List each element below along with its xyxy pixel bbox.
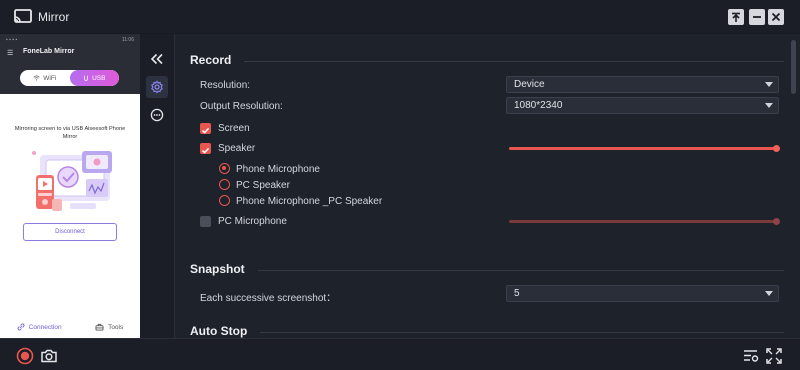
hamburger-menu-icon[interactable]: ☰ (7, 49, 13, 57)
radio-phone-mic-pc-speaker[interactable] (219, 195, 230, 206)
nav-connection[interactable]: Connection (17, 323, 62, 331)
auto-stop-section-title: Auto Stop (190, 324, 248, 338)
mirroring-status-text: Mirroring screen to via USB Aiseesoft Ph… (14, 126, 126, 140)
phone-app-title: FoneLab Mirror (23, 48, 75, 55)
close-icon[interactable] (768, 9, 784, 25)
list-settings-icon[interactable] (742, 347, 760, 365)
pc-microphone-checkbox[interactable] (200, 216, 211, 227)
status-icons: ▪ ▪ ▪ ▪ (6, 37, 18, 43)
disconnect-button[interactable]: Disconnect (23, 223, 117, 241)
app-window: Mirror ▪ ▪ ▪ ▪ 11:06 ☰ FoneLab Mirror Wi… (0, 0, 800, 370)
record-icon[interactable] (16, 347, 34, 365)
minimize-icon[interactable] (749, 9, 765, 25)
speaker-label: Speaker (218, 143, 256, 154)
chevron-down-icon (765, 291, 773, 296)
link-icon (17, 323, 25, 331)
more-icon[interactable] (146, 104, 168, 126)
auto-stop-divider (260, 332, 784, 333)
record-divider (244, 61, 784, 62)
connection-toggle[interactable]: WiFi USB (20, 70, 119, 86)
snapshot-section-title: Snapshot (190, 262, 245, 276)
speaker-volume-thumb[interactable] (773, 145, 780, 152)
record-section-title: Record (190, 53, 232, 67)
phone-header: ▪ ▪ ▪ ▪ 11:06 ☰ FoneLab Mirror WiFi USB (0, 34, 140, 94)
settings-gear-icon[interactable] (146, 76, 168, 98)
side-rail (140, 34, 175, 338)
mirroring-illustration (32, 151, 112, 211)
radio-phone-microphone[interactable] (219, 163, 230, 174)
pc-microphone-volume-slider[interactable] (509, 220, 775, 223)
usb-icon (84, 75, 88, 81)
toggle-wifi[interactable]: WiFi (20, 70, 70, 86)
speaker-volume-slider[interactable] (509, 147, 775, 150)
settings-scrollbar[interactable] (791, 40, 796, 94)
camera-icon[interactable] (40, 347, 58, 365)
snapshot-divider (258, 270, 784, 271)
chevron-down-icon (765, 82, 773, 87)
bottom-toolbar (0, 338, 800, 370)
resolution-select[interactable]: Device (506, 76, 779, 93)
check-icon (201, 127, 210, 134)
nav-tools[interactable]: Tools (95, 323, 123, 331)
output-resolution-label: Output Resolution: (200, 101, 283, 112)
check-icon (201, 147, 210, 154)
option-phone-microphone: Phone Microphone (236, 164, 320, 175)
settings-panel: Record Resolution: Device Output Resolut… (176, 34, 788, 338)
pc-microphone-label: PC Microphone (218, 216, 287, 227)
pc-microphone-volume-thumb[interactable] (773, 218, 780, 225)
radio-pc-speaker[interactable] (219, 179, 230, 190)
phone-status-bar: ▪ ▪ ▪ ▪ 11:06 (6, 37, 134, 43)
chevron-down-icon (765, 103, 773, 108)
fullscreen-icon[interactable] (765, 347, 783, 365)
screen-label: Screen (218, 123, 250, 134)
phone-bottom-nav: Connection Tools (0, 316, 140, 338)
speaker-checkbox[interactable] (200, 143, 211, 154)
resolution-label: Resolution: (200, 80, 251, 91)
status-time: 11:06 (121, 37, 134, 43)
successive-screenshot-select[interactable]: 5 (506, 285, 779, 302)
screen-checkbox[interactable] (200, 123, 211, 134)
output-resolution-select[interactable]: 1080*2340 (506, 97, 779, 114)
toggle-usb[interactable]: USB (69, 70, 119, 86)
wifi-icon (33, 75, 40, 81)
title-bar: Mirror (0, 0, 800, 34)
option-phone-mic-pc-speaker: Phone Microphone _PC Speaker (236, 196, 383, 207)
phone-mirror-panel[interactable]: ▪ ▪ ▪ ▪ 11:06 ☰ FoneLab Mirror WiFi USB … (0, 34, 140, 338)
successive-screenshot-label: Each successive screenshot： (200, 293, 337, 304)
pin-icon[interactable] (728, 9, 744, 25)
mirror-app-icon (14, 9, 32, 23)
option-pc-speaker: PC Speaker (236, 180, 290, 191)
window-title: Mirror (38, 10, 70, 24)
collapse-icon[interactable] (146, 48, 168, 70)
toolbox-icon (95, 323, 104, 331)
phone-content-card: Mirroring screen to via USB Aiseesoft Ph… (0, 94, 140, 314)
